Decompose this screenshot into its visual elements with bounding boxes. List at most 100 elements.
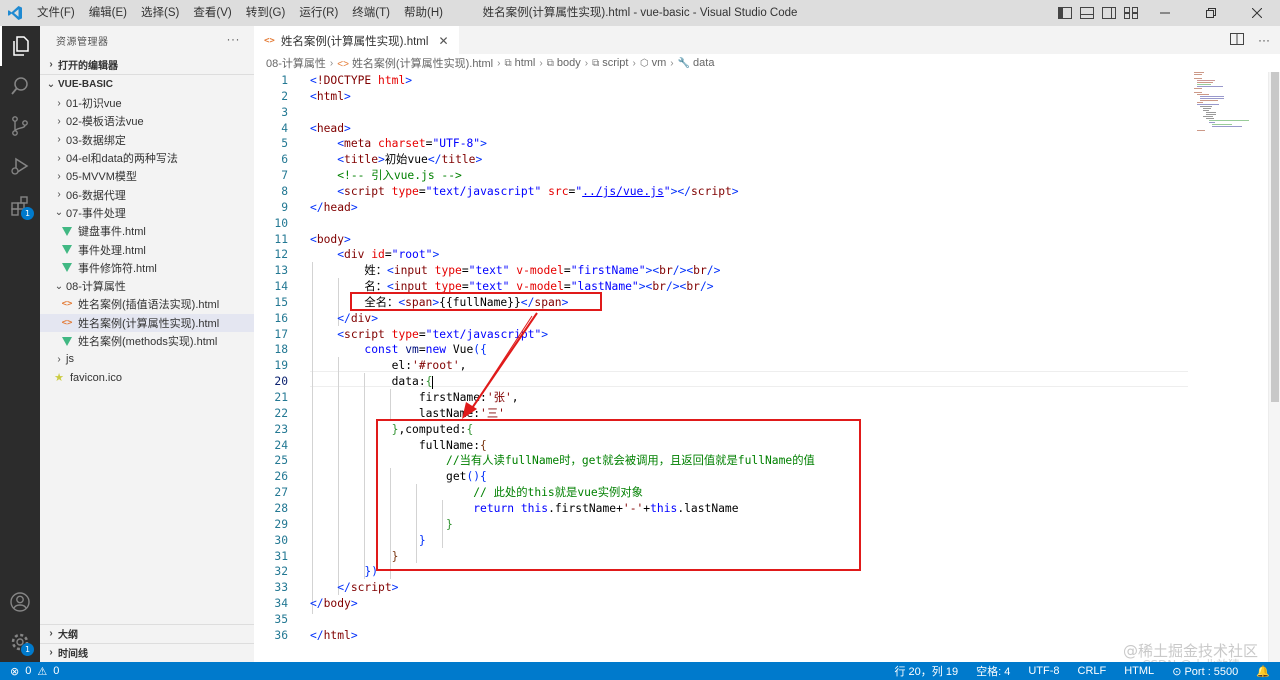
tree-file[interactable]: <> 姓名案例(插值语法实现).html xyxy=(40,295,254,313)
tree-file[interactable]: 事件修饰符.html xyxy=(40,259,254,277)
vertical-scrollbar[interactable] xyxy=(1268,72,1280,662)
menu-item[interactable]: 查看(V) xyxy=(186,0,238,26)
more-actions-icon[interactable]: ··· xyxy=(1258,33,1270,47)
more-actions-icon[interactable]: ··· xyxy=(227,32,241,46)
tree-file[interactable]: 姓名案例(methods实现).html xyxy=(40,332,254,350)
code-line: 35 xyxy=(254,612,1194,628)
cursor-position[interactable]: 行 20，列 19 xyxy=(895,663,959,679)
menu-item[interactable]: 运行(R) xyxy=(292,0,345,26)
explorer-sidebar: 资源管理器 ··· › 打开的编辑器 ⌄ VUE-BASIC › 01-初识vue… xyxy=(40,26,254,662)
radio-tower-icon: ⊙ xyxy=(1172,665,1182,678)
symbol-icon: ⧉ xyxy=(504,58,512,69)
chevron-right-icon: › xyxy=(670,57,674,69)
symbol-icon: ⬡ xyxy=(639,58,649,69)
line-number: 30 xyxy=(274,533,288,547)
menu-item[interactable]: 帮助(H) xyxy=(397,0,450,26)
close-tab-icon[interactable]: ✕ xyxy=(438,34,448,48)
tree-folder[interactable]: › 01-初识vue xyxy=(40,94,254,112)
tree-item-label: 04-el和data的两种写法 xyxy=(66,153,178,166)
code-line: 6 <title>初始vue</title> xyxy=(254,152,1194,168)
settings-badge: 1 xyxy=(21,643,34,656)
scrollbar-thumb[interactable] xyxy=(1271,72,1279,402)
line-endings[interactable]: CRLF xyxy=(1078,665,1107,677)
notifications-icon[interactable]: 🔔 xyxy=(1256,665,1270,678)
customize-layout-icon[interactable] xyxy=(1122,4,1140,22)
language-mode[interactable]: HTML xyxy=(1124,665,1154,677)
chevron-right-icon: › xyxy=(57,170,61,182)
breadcrumb-item[interactable]: ⧉ script xyxy=(592,57,628,69)
breadcrumb-item[interactable]: ⬡ vm xyxy=(640,57,666,69)
live-server-port[interactable]: ⊙ Port : 5500 xyxy=(1172,665,1238,678)
toggle-sidebar-icon[interactable] xyxy=(1056,4,1074,22)
line-number: 32 xyxy=(274,565,288,579)
tree-folder[interactable]: ⌄ 07-事件处理 xyxy=(40,204,254,222)
restore-button[interactable] xyxy=(1188,0,1234,26)
code-text: el:'#root', xyxy=(310,359,467,373)
line-number: 29 xyxy=(274,517,288,531)
code-editor[interactable]: 1 <!DOCTYPE html> 2 <html> 3 4 <head> 5 <meta c… xyxy=(254,72,1280,662)
tree-file[interactable]: 事件处理.html xyxy=(40,240,254,258)
breadcrumb-item[interactable]: 08-计算属性 xyxy=(266,55,326,71)
account-icon[interactable] xyxy=(0,582,40,622)
toggle-secondary-sidebar-icon[interactable] xyxy=(1100,4,1118,22)
tab-active-file[interactable]: <> 姓名案例(计算属性实现).html ✕ xyxy=(254,26,459,54)
timeline-section[interactable]: › 时间线 xyxy=(40,643,254,661)
warning-count: 0 xyxy=(53,665,60,677)
code-line: 5 <meta charset="UTF-8"> xyxy=(254,136,1194,152)
breadcrumb-item[interactable]: <> 姓名案例(计算属性实现).html xyxy=(337,55,493,71)
line-number: 33 xyxy=(274,581,288,595)
project-section[interactable]: ⌄ VUE-BASIC xyxy=(40,74,254,94)
split-editor-icon[interactable] xyxy=(1230,32,1244,48)
line-number: 12 xyxy=(274,248,288,262)
menu-item[interactable]: 编辑(E) xyxy=(82,0,134,26)
line-number: 28 xyxy=(274,501,288,515)
menu-item[interactable]: 终端(T) xyxy=(345,0,397,26)
search-icon[interactable] xyxy=(0,66,40,106)
breadcrumb-item[interactable]: ⧉ body xyxy=(547,57,581,69)
tree-folder[interactable]: › 06-数据代理 xyxy=(40,185,254,203)
tree-item-label: 02-模板语法vue xyxy=(66,116,144,129)
annotation-box-computed xyxy=(376,419,861,571)
line-number: 2 xyxy=(281,89,288,103)
tree-folder[interactable]: › 03-数据绑定 xyxy=(40,131,254,149)
tree-file[interactable]: 键盘事件.html xyxy=(40,222,254,240)
tree-folder[interactable]: ⌄ 08-计算属性 xyxy=(40,277,254,295)
breadcrumb-item[interactable]: 🔧 data xyxy=(678,57,715,69)
tree-folder[interactable]: › 05-MVVM模型 xyxy=(40,167,254,185)
source-control-icon[interactable] xyxy=(0,106,40,146)
open-editors-section[interactable]: › 打开的编辑器 xyxy=(40,54,254,74)
line-number: 19 xyxy=(274,359,288,373)
indentation[interactable]: 空格: 4 xyxy=(976,663,1010,679)
line-number: 5 xyxy=(281,137,288,151)
settings-gear-icon[interactable]: 1 xyxy=(0,622,40,662)
tree-file[interactable]: <> 姓名案例(计算属性实现).html xyxy=(40,313,254,332)
menu-bar: 文件(F) 编辑(E) 选择(S) 查看(V) 转到(G) 运行(R) 终端(T) 帮助(H) xyxy=(30,0,450,26)
symbol-icon: <> xyxy=(337,59,349,70)
line-number: 6 xyxy=(281,153,288,167)
menu-item[interactable]: 选择(S) xyxy=(134,0,186,26)
line-number: 27 xyxy=(274,486,288,500)
run-debug-icon[interactable] xyxy=(0,146,40,186)
menu-item[interactable]: 转到(G) xyxy=(239,0,293,26)
html-file-icon: <> xyxy=(61,299,73,310)
menu-item[interactable]: 文件(F) xyxy=(30,0,82,26)
tree-folder[interactable]: › js xyxy=(40,350,254,368)
toggle-panel-icon[interactable] xyxy=(1078,4,1096,22)
explorer-icon[interactable] xyxy=(0,26,40,66)
breadcrumb-item[interactable]: ⧉ html xyxy=(504,57,535,69)
line-number: 13 xyxy=(274,264,288,278)
extensions-icon[interactable]: 1 xyxy=(0,186,40,226)
line-number: 10 xyxy=(274,216,288,230)
minimap[interactable] xyxy=(1194,72,1264,132)
encoding[interactable]: UTF-8 xyxy=(1028,665,1059,677)
line-number: 34 xyxy=(274,597,288,611)
tree-folder[interactable]: › 02-模板语法vue xyxy=(40,112,254,130)
outline-section[interactable]: › 大纲 xyxy=(40,624,254,642)
line-number: 8 xyxy=(281,184,288,198)
tree-folder[interactable]: › 04-el和data的两种写法 xyxy=(40,149,254,167)
close-window-button[interactable] xyxy=(1234,0,1280,26)
tree-item-label: 08-计算属性 xyxy=(66,281,126,294)
problems-indicator[interactable]: ⊗ 0 ⚠ 0 xyxy=(0,665,59,678)
tree-file[interactable]: ★ favicon.ico xyxy=(40,368,254,386)
minimize-button[interactable] xyxy=(1142,0,1188,26)
